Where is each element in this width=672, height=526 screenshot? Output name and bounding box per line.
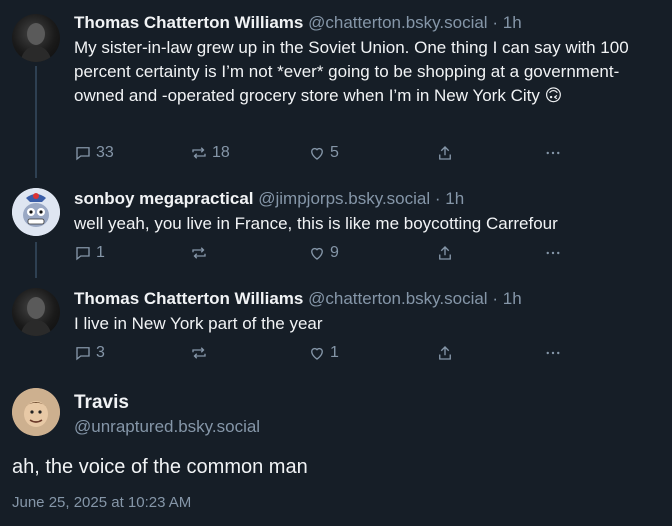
post-text: well yeah, you live in France, this is l… bbox=[74, 214, 558, 233]
more-icon bbox=[546, 351, 560, 355]
author-handle[interactable]: @chatterton.bsky.social bbox=[308, 289, 487, 308]
repost-button[interactable]: 18 bbox=[190, 144, 230, 162]
repost-icon bbox=[192, 147, 206, 159]
repost-icon bbox=[192, 347, 206, 359]
avatar[interactable] bbox=[12, 14, 60, 62]
share-icon bbox=[439, 346, 451, 360]
author-name[interactable]: sonboy megapractical bbox=[74, 189, 254, 208]
avatar[interactable] bbox=[12, 288, 60, 336]
reply-count: 3 bbox=[96, 344, 105, 361]
repost-icon bbox=[192, 247, 206, 259]
post-time[interactable]: 1h bbox=[503, 13, 522, 32]
more-button[interactable] bbox=[544, 344, 566, 362]
more-button[interactable] bbox=[544, 244, 566, 262]
avatar[interactable] bbox=[12, 188, 60, 236]
reply-icon bbox=[76, 347, 90, 361]
more-icon bbox=[546, 251, 560, 255]
like-count: 5 bbox=[330, 144, 339, 161]
author-name[interactable]: Thomas Chatterton Williams bbox=[74, 289, 303, 308]
heart-icon bbox=[311, 247, 323, 260]
like-button[interactable]: 9 bbox=[308, 244, 339, 262]
thread-post[interactable]: Thomas Chatterton Williams @chatterton.b… bbox=[0, 0, 672, 180]
author-name[interactable]: Travis bbox=[74, 392, 129, 414]
post-actions: 1 9 bbox=[74, 244, 574, 264]
avatar[interactable] bbox=[12, 388, 60, 436]
author-name[interactable]: Thomas Chatterton Williams bbox=[74, 13, 303, 32]
reply-count: 1 bbox=[96, 244, 105, 261]
more-button[interactable] bbox=[544, 144, 566, 162]
share-icon bbox=[439, 146, 451, 160]
like-count: 1 bbox=[330, 344, 339, 361]
reply-icon bbox=[76, 247, 90, 261]
repost-button[interactable] bbox=[190, 344, 212, 362]
post-time[interactable]: 1h bbox=[445, 189, 464, 208]
repost-button[interactable] bbox=[190, 244, 212, 262]
post-time[interactable]: 1h bbox=[503, 289, 522, 308]
repost-count: 18 bbox=[212, 144, 230, 161]
heart-icon bbox=[311, 347, 323, 360]
heart-icon bbox=[311, 147, 323, 160]
post-actions: 33 18 5 bbox=[74, 144, 574, 164]
like-count: 9 bbox=[330, 244, 339, 261]
like-button[interactable]: 1 bbox=[308, 344, 339, 362]
separator-dot: · bbox=[492, 13, 498, 32]
post-actions: 3 1 bbox=[74, 344, 574, 364]
post-timestamp[interactable]: June 25, 2025 at 10:23 AM bbox=[12, 494, 191, 511]
like-button[interactable]: 5 bbox=[308, 144, 339, 162]
author-handle[interactable]: @chatterton.bsky.social bbox=[308, 13, 487, 32]
thread-post[interactable]: Thomas Chatterton Williams @chatterton.b… bbox=[0, 278, 672, 378]
reply-count: 33 bbox=[96, 144, 114, 161]
reply-icon bbox=[76, 147, 90, 161]
post-text: My sister-in-law grew up in the Soviet U… bbox=[74, 38, 629, 105]
author-handle[interactable]: @jimpjorps.bsky.social bbox=[258, 189, 430, 208]
thread-post[interactable]: sonboy megapractical @jimpjorps.bsky.soc… bbox=[0, 178, 672, 278]
reply-button[interactable]: 3 bbox=[74, 344, 105, 362]
share-button[interactable] bbox=[436, 144, 458, 162]
reply-button[interactable]: 1 bbox=[74, 244, 105, 262]
separator-dot: · bbox=[434, 189, 441, 208]
post-text: ah, the voice of the common man bbox=[12, 456, 308, 478]
share-button[interactable] bbox=[436, 244, 458, 262]
post-text: I live in New York part of the year bbox=[74, 314, 323, 333]
share-button[interactable] bbox=[436, 344, 458, 362]
author-handle[interactable]: @unraptured.bsky.social bbox=[74, 417, 260, 437]
share-icon bbox=[439, 246, 451, 260]
more-icon bbox=[546, 151, 560, 155]
separator-dot: · bbox=[492, 289, 498, 308]
reply-button[interactable]: 33 bbox=[74, 144, 114, 162]
